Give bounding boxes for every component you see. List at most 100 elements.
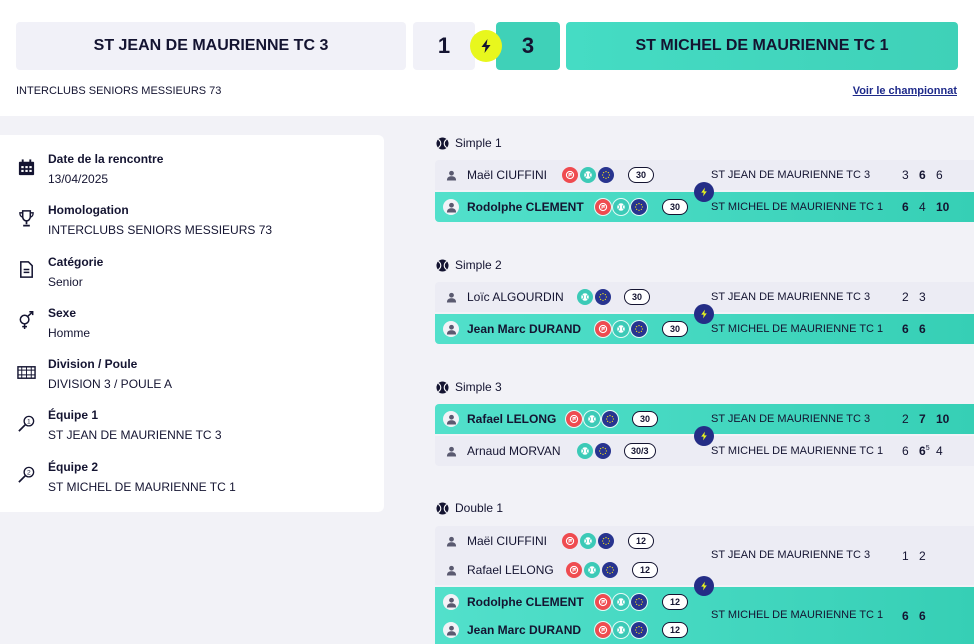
set-scores: 2 3 xyxy=(902,290,936,304)
federation-icon xyxy=(594,593,612,611)
player-badges xyxy=(577,443,611,459)
player-badges xyxy=(594,198,648,216)
player-ranking-badge: 30/3 xyxy=(624,443,656,459)
user-icon xyxy=(443,594,459,610)
player-ranking-badge: 30 xyxy=(662,321,688,337)
player-badges xyxy=(594,320,648,338)
federation-icon xyxy=(566,562,582,578)
eu-icon xyxy=(595,289,611,305)
eu-icon xyxy=(598,533,614,549)
eu-icon xyxy=(598,167,614,183)
info-division: Division / Poule DIVISION 3 / POULE A xyxy=(16,357,384,408)
match-title-text: Double 1 xyxy=(455,501,504,515)
info-date-label: Date de la rencontre xyxy=(48,152,164,166)
player-club: ST MICHEL DE MAURIENNE TC 1 xyxy=(711,445,884,457)
player-name[interactable]: Rodolphe CLEMENT xyxy=(467,200,584,214)
player-name[interactable]: Loïc ALGOURDIN xyxy=(467,290,564,304)
player-ranking-badge: 12 xyxy=(628,533,654,549)
set-scores: 1 2 xyxy=(902,549,936,563)
tennis-icon xyxy=(583,410,601,428)
competition-label: INTERCLUBS SENIORS MESSIEURS 73 xyxy=(16,85,222,97)
match-title-double-1: Double 1 xyxy=(436,501,503,515)
info-team2: 2 Équipe 2 ST MICHEL DE MAURIENNE TC 1 xyxy=(16,460,384,511)
set-score: 6 xyxy=(902,444,909,458)
info-date-value: 13/04/2025 xyxy=(48,172,109,186)
player-row-d1-away-b[interactable]: Jean Marc DURAND 12 xyxy=(435,616,974,644)
player-badges xyxy=(562,533,614,549)
info-homologation-value: INTERCLUBS SENIORS MESSIEURS 73 xyxy=(48,223,273,238)
set-score: 10 xyxy=(936,200,950,214)
home-team-score: 1 xyxy=(413,22,475,70)
set-scores: 2 7 10 xyxy=(902,412,953,426)
tennis-icon xyxy=(580,167,596,183)
eu-icon xyxy=(630,621,648,639)
lightning-icon xyxy=(694,182,714,202)
tennis-icon xyxy=(577,289,593,305)
calendar-icon xyxy=(16,157,36,177)
tennis-icon xyxy=(580,533,596,549)
tennis-icon xyxy=(612,320,630,338)
match-title-simple-3: Simple 3 xyxy=(436,380,502,394)
player-ranking-badge: 30 xyxy=(632,411,658,427)
svg-text:1: 1 xyxy=(27,418,31,425)
player-row-d1-home-a[interactable]: Maël CIUFFINI 12 xyxy=(435,526,974,556)
info-team1: 1 Équipe 1 ST JEAN DE MAURIENNE TC 3 xyxy=(16,408,384,459)
lightning-icon xyxy=(694,576,714,596)
set-score: 4 xyxy=(919,200,926,214)
eu-icon xyxy=(630,198,648,216)
tennis-ball-icon xyxy=(436,381,449,394)
user-icon xyxy=(443,562,459,578)
grid-icon xyxy=(16,362,36,382)
team-club-d1-home: ST JEAN DE MAURIENNE TC 3 xyxy=(711,549,871,561)
federation-icon xyxy=(562,533,578,549)
racket-1-icon: 1 xyxy=(16,413,36,433)
set-scores: 3 6 6 xyxy=(902,168,953,182)
player-badges xyxy=(562,167,614,183)
user-icon xyxy=(443,289,459,305)
info-team2-value: ST MICHEL DE MAURIENNE TC 1 xyxy=(48,479,236,494)
racket-2-icon: 2 xyxy=(16,465,36,485)
set-score: 6 xyxy=(919,168,926,182)
player-name[interactable]: Jean Marc DURAND xyxy=(467,623,581,637)
player-name[interactable]: Maël CIUFFINI xyxy=(467,534,547,548)
match-header: ST JEAN DE MAURIENNE TC 3 1 3 ST MICHEL … xyxy=(0,0,974,116)
info-date: Date de la rencontre 13/04/2025 xyxy=(16,152,384,203)
player-name[interactable]: Maël CIUFFINI xyxy=(467,168,547,182)
player-name[interactable]: Rodolphe CLEMENT xyxy=(467,595,584,609)
tennis-icon xyxy=(584,562,600,578)
set-score: 6 xyxy=(936,168,943,182)
tennis-ball-icon xyxy=(436,137,449,150)
championship-link[interactable]: Voir le championnat xyxy=(853,85,957,97)
set-score: 6 xyxy=(919,609,926,623)
match-info-card: Date de la rencontre 13/04/2025 Homologa… xyxy=(0,135,384,512)
user-icon xyxy=(443,167,459,183)
set-score: 6 xyxy=(919,444,926,458)
info-sex-value: Homme xyxy=(48,325,91,340)
user-icon xyxy=(443,199,459,215)
player-club: ST JEAN DE MAURIENNE TC 3 xyxy=(711,291,871,303)
tennis-ball-icon xyxy=(436,259,449,272)
player-ranking-badge: 30 xyxy=(662,199,688,215)
team-club-d1-away: ST MICHEL DE MAURIENNE TC 1 xyxy=(711,609,884,621)
player-name[interactable]: Jean Marc DURAND xyxy=(467,322,581,336)
set-score: 6 xyxy=(902,200,909,214)
home-team-name: ST JEAN DE MAURIENNE TC 3 xyxy=(16,22,406,70)
player-name[interactable]: Arnaud MORVAN xyxy=(467,444,561,458)
set-scores: 6 4 10 xyxy=(902,200,953,214)
player-ranking-badge: 30 xyxy=(628,167,654,183)
player-badges xyxy=(577,289,611,305)
federation-icon xyxy=(565,410,583,428)
info-category-value: Senior xyxy=(48,274,83,289)
federation-icon xyxy=(594,320,612,338)
info-team2-label: Équipe 2 xyxy=(48,459,99,474)
match-title-simple-1: Simple 1 xyxy=(436,136,502,150)
player-club: ST MICHEL DE MAURIENNE TC 1 xyxy=(711,323,884,335)
player-badges xyxy=(594,621,648,639)
info-team1-label: Équipe 1 xyxy=(48,408,99,423)
player-name[interactable]: Rafael LELONG xyxy=(467,563,554,577)
tennis-icon xyxy=(612,593,630,611)
tennis-icon xyxy=(612,621,630,639)
away-team-score: 3 xyxy=(496,22,560,70)
info-homologation: Homologation INTERCLUBS SENIORS MESSIEUR… xyxy=(16,203,384,254)
player-name[interactable]: Rafael LELONG xyxy=(467,412,556,426)
